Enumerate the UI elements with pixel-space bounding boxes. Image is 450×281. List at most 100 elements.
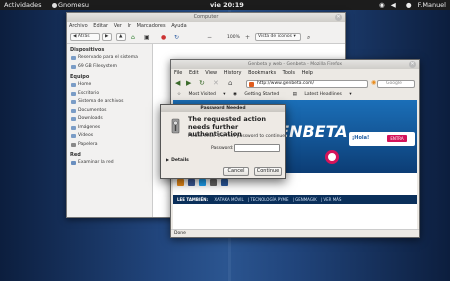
sidebar-item-reserved[interactable]: Reservado para el sistema: [70, 54, 152, 63]
menu-ayuda[interactable]: Ayuda: [171, 23, 186, 29]
menu-archivo[interactable]: Archivo: [69, 23, 88, 29]
menu-marcadores[interactable]: Marcadores: [137, 23, 166, 29]
nav-link[interactable]: VER MÁS: [323, 197, 341, 202]
search-box[interactable]: Google: [377, 80, 415, 88]
url-bar[interactable]: http://www.genbeta.com/: [246, 80, 368, 88]
bookmark-getting-started[interactable]: ◉ Getting Started: [233, 92, 285, 97]
sidebar-item-label: Reservado para el sistema: [78, 55, 138, 60]
sidebar-item-filesystem-root[interactable]: Sistema de archivos: [70, 98, 152, 107]
cancel-button[interactable]: Cancel: [223, 167, 249, 176]
nav-link[interactable]: GENMAGIK: [295, 197, 317, 202]
nav-link[interactable]: XATAKA MÓVIL: [214, 197, 243, 202]
hola-text: ¡Hola!: [352, 135, 370, 141]
browser-title: Genbeta y web - Genbeta - Mozilla Firefo…: [247, 62, 343, 67]
sidebar-item-videos[interactable]: Vídeos: [70, 132, 152, 141]
menu-help[interactable]: Help: [302, 70, 313, 76]
back-icon[interactable]: ◀: [175, 79, 180, 87]
sidebar-header-network: Red: [70, 152, 81, 158]
zoom-in-icon[interactable]: +: [245, 34, 250, 41]
file-manager-title: Computer: [193, 14, 219, 20]
file-manager-toolbar: ◀ Atrás ▶ ▲ ⌂ ▣ ● ↻ − 100% + Vista de ic…: [67, 31, 345, 44]
details-label: Details: [171, 158, 189, 163]
volume-icon[interactable]: ◀: [391, 1, 396, 9]
linkedin-icon[interactable]: [221, 179, 228, 186]
user-icon: ●: [405, 1, 412, 9]
key-icon: [171, 118, 180, 134]
drive-icon: [71, 56, 76, 60]
user-menu[interactable]: ● F.Manuel: [402, 1, 446, 9]
network-icon[interactable]: ◉: [379, 1, 385, 9]
app-menu[interactable]: Gnomesu: [52, 1, 89, 9]
details-expander[interactable]: ▶ Details: [166, 157, 189, 163]
menu-bookmarks[interactable]: Bookmarks: [248, 70, 276, 76]
menu-view[interactable]: View: [205, 70, 217, 76]
sidebar-item-trash[interactable]: Papelera: [70, 141, 152, 150]
clock[interactable]: vie 20:19: [210, 1, 244, 9]
drive-icon: [71, 100, 76, 104]
stop-icon[interactable]: ●: [161, 34, 166, 41]
dialog-title[interactable]: Password Needed: [161, 105, 285, 112]
up-button[interactable]: ▲: [116, 33, 126, 41]
sidebar-item-filesystem[interactable]: 69 GB Filesystem: [70, 63, 152, 72]
menu-file[interactable]: File: [174, 70, 182, 76]
activities-button[interactable]: Actividades: [4, 1, 42, 9]
login-box: ¡Hola! ENTRA: [349, 132, 415, 146]
file-manager-titlebar[interactable]: Computer ✕: [67, 13, 345, 22]
expander-triangle-icon: ▶: [166, 157, 170, 162]
computer-icon[interactable]: ▣: [144, 34, 150, 41]
reload-icon[interactable]: ↻: [199, 79, 205, 87]
menu-editar[interactable]: Editar: [93, 23, 108, 29]
browser-navbar: ◀ ▶ ↻ ✕ ⌂ http://www.genbeta.com/ ◉ Goog…: [171, 78, 419, 90]
sidebar-item-desktop[interactable]: Escritorio: [70, 90, 152, 99]
user-name: F.Manuel: [417, 1, 446, 9]
sidebar-item-label: Documentos: [78, 107, 107, 113]
continue-button[interactable]: Continue: [254, 167, 282, 176]
sidebar-item-home[interactable]: Home: [70, 81, 152, 90]
menu-edit[interactable]: Edit: [189, 70, 199, 76]
sidebar-item-pictures[interactable]: Imágenes: [70, 124, 152, 133]
places-sidebar: Dispositivos Reservado para el sistema 6…: [67, 44, 152, 217]
browser-titlebar[interactable]: Genbeta y web - Genbeta - Mozilla Firefo…: [171, 60, 419, 69]
email-icon[interactable]: [210, 179, 217, 186]
sidebar-item-documents[interactable]: Documentos: [70, 107, 152, 116]
twitter-icon[interactable]: [199, 179, 206, 186]
reload-icon[interactable]: ↻: [174, 34, 179, 41]
home-icon[interactable]: ⌂: [131, 34, 135, 41]
network-icon: [71, 161, 76, 165]
home-icon[interactable]: ⌂: [228, 79, 232, 87]
entra-button[interactable]: ENTRA: [387, 135, 407, 142]
status-bar: Done: [171, 229, 419, 237]
bookmark-latest-headlines[interactable]: ▤ Latest Headlines ▾: [293, 92, 352, 97]
menu-ir[interactable]: Ir: [127, 23, 131, 29]
menu-ver[interactable]: Ver: [114, 23, 122, 29]
nav-lead: LEE TAMBIÉN:: [177, 197, 209, 202]
rss-icon[interactable]: [177, 179, 184, 186]
nav-link[interactable]: TECNOLOGÍA PYME: [250, 197, 288, 202]
rss-icon[interactable]: ◉: [371, 79, 376, 86]
view-mode-select[interactable]: Vista de iconos ▾: [255, 33, 301, 41]
facebook-icon[interactable]: [188, 179, 195, 186]
star-icon: ☆: [177, 92, 182, 97]
menu-tools[interactable]: Tools: [283, 70, 295, 76]
stop-icon[interactable]: ✕: [213, 79, 219, 87]
zoom-out-icon[interactable]: −: [207, 34, 212, 41]
top-panel: Actividades Gnomesu vie 20:19 ◉ ◀ ● F.Ma…: [0, 0, 450, 10]
forward-button[interactable]: ▶: [102, 33, 112, 41]
forward-icon[interactable]: ▶: [186, 79, 191, 87]
folder-icon: [71, 134, 76, 138]
trash-icon: [71, 142, 76, 147]
back-button[interactable]: ◀ Atrás: [70, 33, 100, 41]
search-placeholder: Google: [386, 81, 402, 86]
gnome-foot-icon: [52, 3, 57, 8]
sidebar-item-downloads[interactable]: Downloads: [70, 115, 152, 124]
close-icon[interactable]: ✕: [335, 14, 342, 21]
bookmark-most-visited[interactable]: ☆ Most Visited ▾: [177, 92, 226, 97]
password-label: Password:: [211, 146, 234, 151]
close-icon[interactable]: ✕: [409, 61, 416, 68]
status-text: Done: [174, 231, 186, 236]
sidebar-item-browse-network[interactable]: Examinar la red: [70, 159, 152, 168]
password-field[interactable]: [234, 144, 280, 152]
bookmark-label: Getting Started: [244, 92, 280, 97]
search-icon[interactable]: ⌕: [307, 34, 310, 42]
menu-history[interactable]: History: [224, 70, 242, 76]
